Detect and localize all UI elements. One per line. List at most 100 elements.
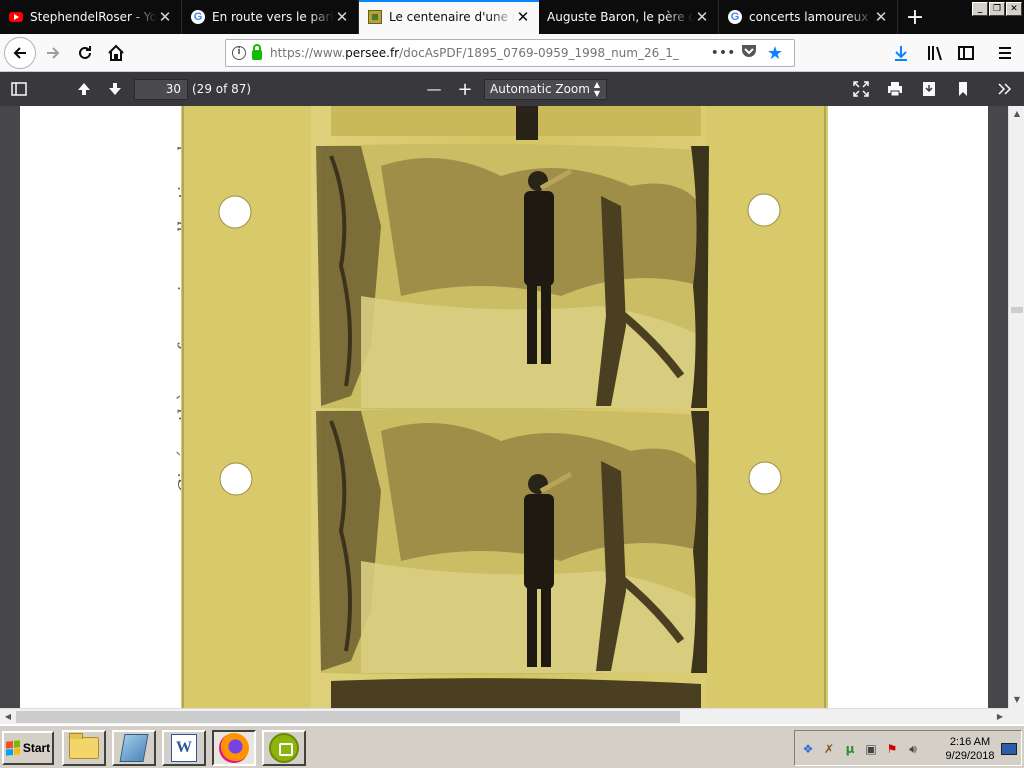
sidebar-icon (958, 46, 974, 60)
close-tab-icon[interactable]: ✕ (157, 8, 173, 26)
select-arrows-icon: ▲ ▼ (593, 80, 600, 98)
tab-le-centenaire[interactable]: Le centenaire d'une rencontre ✕ (359, 0, 539, 34)
url-text[interactable]: https://www.persee.fr/docAsPDF/1895_0769… (270, 46, 710, 60)
save-button[interactable] (919, 79, 939, 99)
page-number-input[interactable]: 30 (134, 79, 188, 100)
file-explorer-button[interactable] (62, 730, 106, 766)
window-controls: _ ❐ ✕ (972, 2, 1022, 16)
zoom-in-button[interactable]: + (455, 79, 475, 100)
scroll-right-icon[interactable]: ▶ (992, 709, 1008, 725)
site-info-icon[interactable]: i (232, 46, 246, 60)
library-icon (928, 46, 942, 61)
scroll-left-icon[interactable]: ◀ (0, 709, 16, 725)
print-icon (888, 82, 902, 97)
film-strip-image (181, 106, 828, 708)
dropbox-icon[interactable]: ❖ (800, 741, 816, 757)
save-icon (923, 82, 935, 96)
clock-date: 9/29/2018 (945, 750, 995, 762)
zoom-select-value: Automatic Zoom (490, 82, 590, 96)
back-arrow-icon (13, 47, 26, 59)
network-icon[interactable]: ▣ (863, 741, 879, 757)
folder-icon (69, 733, 99, 759)
reload-button[interactable] (70, 38, 100, 68)
tab-label: Le centenaire d'une rencontre (389, 10, 515, 24)
close-tab-icon[interactable]: ✕ (694, 8, 710, 26)
notebook-icon (119, 734, 149, 762)
clock[interactable]: 2:16 AM 9/29/2018 (941, 735, 999, 763)
tab-auguste-baron[interactable]: Auguste Baron, le père du cinéma ✕ (539, 0, 719, 34)
vertical-scroll-thumb[interactable] (1011, 307, 1023, 313)
start-button[interactable]: Start (2, 731, 54, 765)
youtube-icon (8, 9, 24, 25)
close-window-button[interactable]: ✕ (1006, 2, 1022, 16)
scroll-corner (1008, 708, 1024, 724)
windows-taskbar: Start W ❖ ✗ µ ▣ ⚑ 🔊︎ 2:16 AM 9/29/2018 (0, 724, 1024, 768)
scroll-down-icon[interactable]: ▼ (1009, 692, 1024, 708)
tab-label: concerts lamoureux - Recherche (749, 10, 873, 24)
tab-label: StephendelRoser - YouTube (30, 10, 157, 24)
page-actions-button[interactable]: ••• (710, 45, 736, 61)
word-button[interactable]: W (162, 730, 206, 766)
print-button[interactable] (885, 79, 905, 99)
film-frame (316, 143, 709, 410)
new-tab-button[interactable]: + (898, 0, 932, 34)
restore-button[interactable]: ❐ (989, 2, 1005, 16)
tab-en-route[interactable]: G En route vers le parlant : h ✕ (182, 0, 359, 34)
tools-icon[interactable]: ✗ (821, 741, 837, 757)
close-tab-icon[interactable]: ✕ (515, 8, 531, 26)
zoom-out-button[interactable]: — (424, 79, 444, 99)
google-icon: G (727, 9, 743, 25)
arrow-down-icon (109, 83, 121, 95)
tab-concerts-lamoureux[interactable]: G concerts lamoureux - Recherche ✕ (719, 0, 898, 34)
previous-page-button[interactable] (74, 79, 94, 99)
scroll-up-icon[interactable]: ▲ (1009, 106, 1024, 122)
toggle-sidebar-button[interactable] (9, 79, 29, 99)
close-tab-icon[interactable]: ✕ (334, 8, 350, 26)
horizontal-scrollbar[interactable]: ◀ ▶ (0, 708, 1008, 724)
double-chevron-icon (998, 83, 1012, 95)
forward-button[interactable] (38, 38, 68, 68)
pocket-icon[interactable] (736, 44, 762, 62)
tab-youtube[interactable]: StephendelRoser - YouTube ✕ (0, 0, 182, 34)
vertical-scrollbar[interactable]: ▲ ▼ (1008, 106, 1024, 708)
google-icon: G (190, 9, 206, 25)
navigation-bar: i https://www.persee.fr/docAsPDF/1895_07… (0, 34, 1024, 72)
home-button[interactable] (101, 38, 131, 68)
utorrent-icon[interactable]: µ (842, 741, 858, 757)
zoom-select[interactable]: Automatic Zoom ▲ ▼ (484, 79, 607, 100)
back-button[interactable] (4, 37, 36, 69)
app-icon (269, 733, 299, 763)
bookmark-icon (959, 82, 967, 96)
library-button[interactable] (920, 38, 950, 68)
sidebar-toggle-icon (11, 82, 27, 96)
next-page-button[interactable] (105, 79, 125, 99)
pdf-toolbar: 30 (29 of 87) — + Automatic Zoom ▲ ▼ (0, 72, 1024, 106)
tools-button[interactable] (994, 79, 1014, 99)
lock-icon[interactable] (252, 44, 262, 60)
notebook-app-button[interactable] (112, 730, 156, 766)
bookmark-star-icon[interactable]: ★ (762, 43, 788, 64)
show-desktop-icon[interactable] (1001, 743, 1017, 755)
firefox-button[interactable] (212, 730, 256, 766)
persee-icon (367, 9, 383, 25)
current-view-bookmark-button[interactable] (953, 79, 973, 99)
security-alert-icon[interactable]: ⚑ (884, 741, 900, 757)
figure-caption: Cinémathèque française, collection des a… (158, 106, 196, 706)
horizontal-scroll-thumb[interactable] (16, 711, 680, 723)
tab-label: Auguste Baron, le père du cinéma (547, 10, 694, 24)
close-tab-icon[interactable]: ✕ (873, 8, 889, 26)
pdf-viewer[interactable]: Cinémathèque française, collection des a… (0, 106, 1008, 708)
tab-label: En route vers le parlant : h (212, 10, 334, 24)
volume-icon[interactable]: 🔊︎ (905, 741, 921, 757)
presentation-mode-button[interactable] (851, 79, 871, 99)
forward-arrow-icon (47, 47, 60, 59)
downloads-button[interactable] (886, 38, 916, 68)
reload-icon (79, 46, 91, 59)
menu-button[interactable] (990, 38, 1020, 68)
sidebar-button[interactable] (951, 38, 981, 68)
green-app-button[interactable] (262, 730, 306, 766)
minimize-button[interactable]: _ (972, 2, 988, 16)
url-bar[interactable]: i https://www.persee.fr/docAsPDF/1895_07… (225, 39, 795, 67)
hamburger-menu-icon (999, 47, 1011, 59)
clock-time: 2:16 AM (949, 736, 991, 748)
